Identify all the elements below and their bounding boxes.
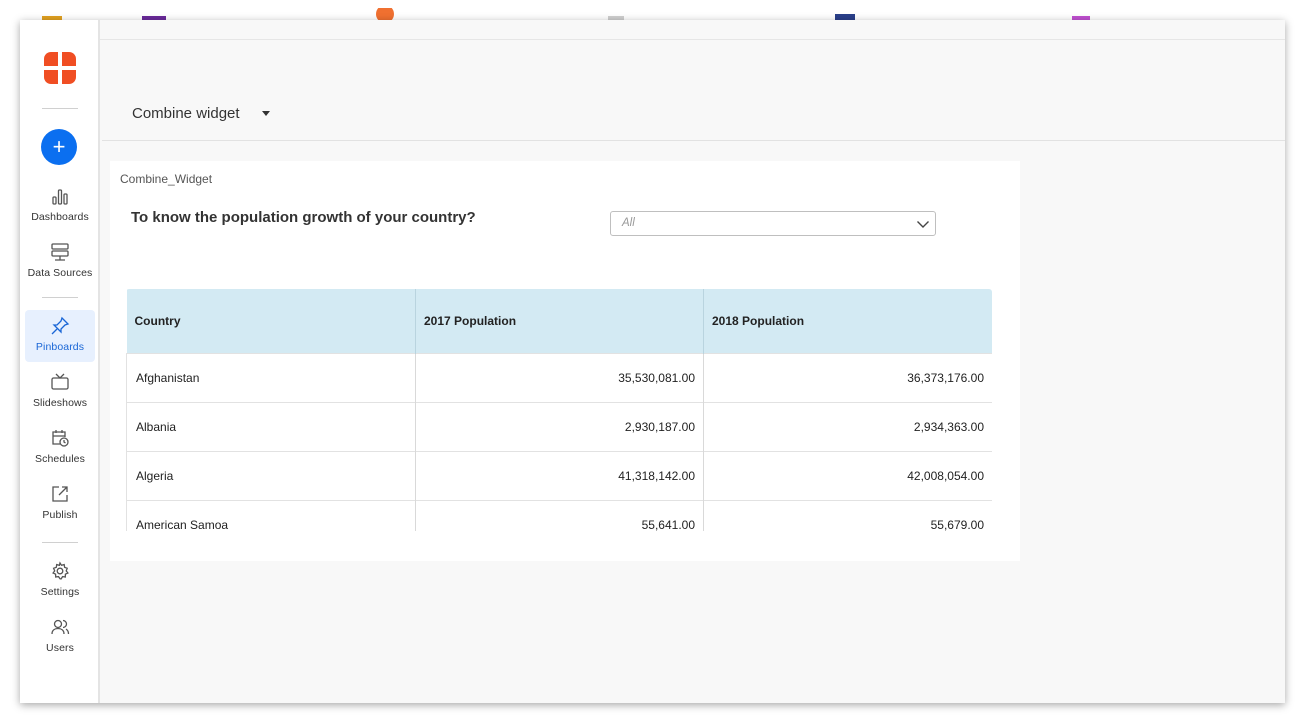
column-header-2018-population[interactable]: 2018 Population <box>703 289 992 353</box>
chevron-down-icon <box>917 221 929 228</box>
sidebar-item-publish[interactable]: Publish <box>25 478 95 530</box>
sidebar-item-label: Schedules <box>35 453 85 465</box>
tv-icon <box>51 373 69 390</box>
calendar-clock-icon <box>52 430 69 447</box>
country-cell: American Samoa <box>126 499 416 531</box>
widget-question: To know the population growth of your co… <box>131 209 476 226</box>
bookmark-icon[interactable] <box>42 8 66 20</box>
population-2018-cell: 36,373,176.00 <box>703 352 992 402</box>
app-window: + Dashboards Data Sources Pinboards Slid… <box>20 20 1285 703</box>
country-filter-dropdown[interactable]: All <box>610 211 936 236</box>
population-2018-cell: 42,008,054.00 <box>703 450 992 500</box>
browser-bookmarks-strip <box>0 0 1305 20</box>
plus-icon: + <box>52 134 66 159</box>
population-2017-cell: 2,930,187.00 <box>415 401 704 451</box>
sidebar-item-settings[interactable]: Settings <box>25 555 95 607</box>
population-2018-cell: 55,679.00 <box>703 499 992 531</box>
population-2017-cell: 35,530,081.00 <box>415 352 704 402</box>
table-row: American Samoa 55,641.00 55,679.00 <box>126 499 992 531</box>
sidebar-item-label: Pinboards <box>35 341 85 353</box>
sidebar-item-label: Slideshows <box>32 397 88 409</box>
sidebar-divider <box>42 297 78 298</box>
table-row: Afghanistan 35,530,081.00 36,373,176.00 <box>126 352 992 402</box>
caret-down-icon[interactable] <box>261 111 270 116</box>
dashboard-selector[interactable]: Combine widget <box>132 105 270 122</box>
table-header-row: Country 2017 Population 2018 Population <box>126 289 992 353</box>
server-icon <box>51 243 69 261</box>
table-row: Algeria 41,318,142.00 42,008,054.00 <box>126 450 992 500</box>
table-row: Albania 2,930,187.00 2,934,363.00 <box>126 401 992 451</box>
country-cell: Algeria <box>126 450 416 500</box>
country-cell: Afghanistan <box>126 352 416 402</box>
bookmark-icon[interactable] <box>835 8 859 20</box>
sidebar: + Dashboards Data Sources Pinboards Slid… <box>20 20 100 703</box>
country-cell: Albania <box>126 401 416 451</box>
filter-value: All <box>622 217 635 229</box>
main-content: Combine widget Combine_Widget To know th… <box>102 20 1285 703</box>
sidebar-divider <box>42 542 78 543</box>
sidebar-item-label: Settings <box>40 586 80 598</box>
gear-icon <box>52 561 69 580</box>
population-2018-cell: 2,934,363.00 <box>703 401 992 451</box>
population-2017-cell: 41,318,142.00 <box>415 450 704 500</box>
sidebar-item-label: Publish <box>42 509 78 521</box>
population-2017-cell: 55,641.00 <box>415 499 704 531</box>
users-icon <box>51 619 70 635</box>
sidebar-item-schedules[interactable]: Schedules <box>25 422 95 474</box>
bookmark-icon[interactable] <box>142 8 166 20</box>
share-icon <box>52 486 68 502</box>
column-header-country[interactable]: Country <box>126 289 416 353</box>
sidebar-item-label: Users <box>46 642 74 654</box>
bookmark-icon[interactable] <box>608 8 632 20</box>
column-header-2017-population[interactable]: 2017 Population <box>415 289 704 353</box>
sidebar-divider <box>42 108 78 109</box>
sidebar-item-label: Dashboards <box>31 211 89 223</box>
page-title: Combine widget <box>132 105 240 122</box>
sidebar-item-users[interactable]: Users <box>25 611 95 663</box>
pin-icon <box>51 316 70 335</box>
sidebar-item-label: Data Sources <box>27 267 93 279</box>
sidebar-item-data-sources[interactable]: Data Sources <box>25 236 95 288</box>
population-table: Country 2017 Population 2018 Population … <box>126 289 992 531</box>
sidebar-item-dashboards[interactable]: Dashboards <box>25 180 95 232</box>
divider <box>102 140 1285 141</box>
bar-chart-icon <box>52 189 68 205</box>
bookmark-icon[interactable] <box>375 8 399 20</box>
sidebar-item-slideshows[interactable]: Slideshows <box>25 366 95 418</box>
bookmark-icon[interactable] <box>1072 8 1096 20</box>
widget-title: Combine_Widget <box>120 172 213 186</box>
sidebar-item-pinboards[interactable]: Pinboards <box>25 310 95 362</box>
app-logo-icon[interactable] <box>43 51 77 85</box>
create-new-button[interactable]: + <box>41 129 77 165</box>
combine-widget: Combine_Widget To know the population gr… <box>110 161 1020 561</box>
